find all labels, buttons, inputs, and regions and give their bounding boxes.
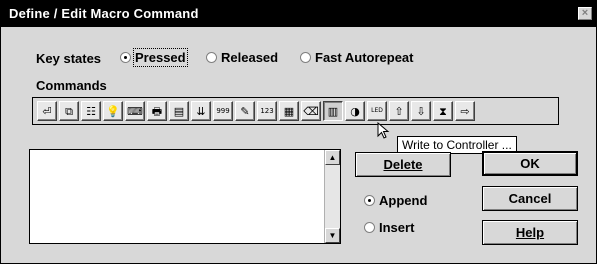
commands-toolbar: ⏎ ⧉ ☷ 💡 ⌨ 🖶 ▤ ⇊ 999 ✎ 123 ▦ ⌫ ▥ ◑ LED ⇧ …: [32, 97, 559, 125]
copy-window-icon[interactable]: ⧉: [59, 101, 79, 121]
help-button[interactable]: Help: [482, 220, 578, 245]
keyboard-icon[interactable]: ⌨: [125, 101, 145, 121]
led-icon[interactable]: LED: [367, 101, 387, 121]
delete-button[interactable]: Delete: [355, 152, 451, 177]
cancel-button-label: Cancel: [508, 191, 552, 206]
radio-pressed-indicator[interactable]: [120, 52, 131, 63]
light-bulb-icon[interactable]: 💡: [103, 101, 123, 121]
radio-insert[interactable]: Insert: [364, 220, 414, 235]
delete-button-label: Delete: [383, 157, 423, 172]
command-list[interactable]: ▲ ▼: [29, 149, 341, 244]
close-icon[interactable]: ×: [578, 7, 592, 20]
help-button-label: Help: [515, 225, 545, 240]
number-123-icon[interactable]: 123: [257, 101, 277, 121]
write-to-controller-icon[interactable]: ▥: [323, 101, 343, 121]
ok-button[interactable]: OK: [482, 151, 578, 176]
counter-999-icon[interactable]: 999: [213, 101, 233, 121]
pen-edit-icon[interactable]: ✎: [235, 101, 255, 121]
radio-released[interactable]: Released: [206, 50, 278, 65]
ok-button-label: OK: [520, 156, 540, 171]
key-states-radio-group: Pressed Released Fast Autorepeat: [1, 48, 596, 68]
radio-fast-autorepeat-indicator[interactable]: [300, 52, 311, 63]
scroll-up-icon[interactable]: ▲: [325, 150, 340, 165]
arrow-down-box-icon[interactable]: ⇩: [411, 101, 431, 121]
sort-list-icon[interactable]: ⇊: [191, 101, 211, 121]
arrow-up-box-icon[interactable]: ⇧: [389, 101, 409, 121]
radio-append-label: Append: [379, 193, 428, 208]
dialog-title: Define / Edit Macro Command: [9, 6, 199, 21]
grid-edit-icon[interactable]: ▦: [279, 101, 299, 121]
list-code-icon[interactable]: ☷: [81, 101, 101, 121]
cancel-button[interactable]: Cancel: [482, 186, 578, 211]
radio-append-indicator[interactable]: [364, 195, 375, 206]
radio-pressed-label: Pressed: [133, 48, 188, 67]
scroll-down-icon[interactable]: ▼: [325, 228, 340, 243]
commands-label: Commands: [36, 78, 107, 93]
hourglass-icon[interactable]: ⧗: [433, 101, 453, 121]
arrow-right-icon[interactable]: ⇨: [455, 101, 475, 121]
radio-released-indicator[interactable]: [206, 52, 217, 63]
radio-fast-autorepeat-label: Fast Autorepeat: [315, 50, 414, 65]
radio-pressed[interactable]: Pressed: [120, 48, 188, 67]
document-icon[interactable]: ▤: [169, 101, 189, 121]
printer-icon[interactable]: 🖶: [147, 101, 167, 121]
title-bar[interactable]: Define / Edit Macro Command ×: [1, 1, 596, 27]
radio-insert-label: Insert: [379, 220, 415, 235]
macro-command-dialog: Define / Edit Macro Command × Key states…: [0, 0, 597, 264]
eraser-icon[interactable]: ⌫: [301, 101, 321, 121]
vertical-scrollbar[interactable]: ▲ ▼: [324, 150, 340, 243]
radio-fast-autorepeat[interactable]: Fast Autorepeat: [300, 50, 413, 65]
enter-icon[interactable]: ⏎: [37, 101, 57, 121]
radio-released-label: Released: [221, 50, 279, 65]
mouse-pointer-icon: [377, 122, 390, 139]
radio-append[interactable]: Append: [364, 193, 427, 208]
radio-insert-indicator[interactable]: [364, 222, 375, 233]
display-icon[interactable]: ◑: [345, 101, 365, 121]
